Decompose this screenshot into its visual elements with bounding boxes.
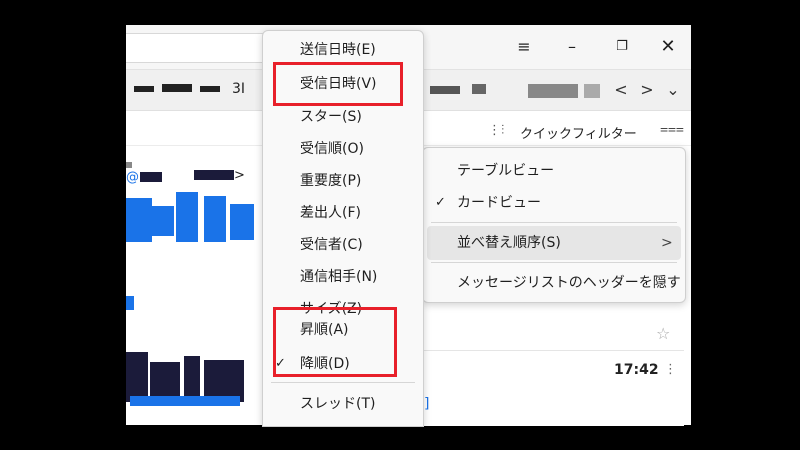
subject-obscured <box>176 192 198 242</box>
tab-text-obscured <box>528 84 578 98</box>
menu-item-card-view[interactable]: ✓ カードビュー <box>423 186 685 220</box>
tab-scroll-right-icon[interactable]: > <box>636 77 658 103</box>
menu-item-hide-list-header[interactable]: メッセージリストのヘッダーを隠す <box>423 266 685 300</box>
tab-scroll-left-icon[interactable]: < <box>610 77 632 103</box>
sender-address-obscured <box>140 172 162 182</box>
restore-button[interactable]: ❐ <box>610 35 634 59</box>
sender-address-obscured <box>194 170 234 180</box>
subject-obscured <box>126 352 148 402</box>
menu-item-sort-from[interactable]: 差出人(F) <box>263 198 423 228</box>
menu-divider <box>271 382 415 383</box>
tab-text-obscured <box>162 84 192 92</box>
tab-text-obscured <box>472 84 486 94</box>
menu-item-table-view[interactable]: テーブルビュー <box>423 154 685 188</box>
quick-filter-icon[interactable]: ⋮⫶ <box>488 123 504 138</box>
check-icon: ✓ <box>435 195 446 210</box>
menu-item-threaded[interactable]: スレッド(T) <box>263 389 423 419</box>
subject-obscured <box>230 204 254 240</box>
tab-list-icon[interactable]: ⌄ <box>662 77 684 103</box>
more-options-icon[interactable]: ⋮ <box>664 362 677 377</box>
app-menu-icon[interactable]: ≡ <box>512 35 536 59</box>
minimize-button[interactable]: – <box>560 35 584 59</box>
subject-obscured <box>126 198 152 242</box>
close-button[interactable]: ✕ <box>656 35 680 59</box>
tab-label-fragment: 3I <box>232 81 246 97</box>
sender-address-obscured <box>126 162 132 168</box>
tab-text-obscured <box>430 86 460 94</box>
tab-text-obscured <box>584 84 600 98</box>
subject-obscured <box>152 206 174 236</box>
tab-text-obscured <box>134 86 154 92</box>
link-fragment: ] <box>424 396 430 412</box>
highlight-box-sort-direction <box>273 307 397 377</box>
message-time: 17:42 <box>614 362 659 378</box>
menu-item-sort-star[interactable]: スター(S) <box>263 102 423 132</box>
menu-item-sort-order-received[interactable]: 受信順(O) <box>263 134 423 164</box>
link-obscured <box>126 296 134 310</box>
quick-filter-button[interactable]: クイックフィルター <box>520 123 637 142</box>
menu-item-sort-sent-date[interactable]: 送信日時(E) <box>263 35 423 65</box>
subject-obscured <box>204 196 226 242</box>
highlight-box-received-date <box>273 62 403 106</box>
list-settings-icon[interactable]: ⩶ <box>660 121 684 137</box>
tab-text-obscured <box>200 86 220 92</box>
sender-address-fragment: @ <box>126 170 139 185</box>
subject-obscured <box>130 396 240 406</box>
view-context-menu: テーブルビュー ✓ カードビュー 並べ替え順序(S) > メッセージリストのヘッ… <box>422 147 686 303</box>
menu-divider <box>431 222 677 223</box>
menu-item-sort-priority[interactable]: 重要度(P) <box>263 166 423 196</box>
menu-item-sort-order[interactable]: 並べ替え順序(S) > <box>427 226 681 260</box>
menu-divider <box>431 262 677 263</box>
submenu-arrow-icon: > <box>661 235 673 251</box>
sender-address-fragment: > <box>234 168 245 183</box>
menu-item-sort-recipient[interactable]: 受信者(C) <box>263 230 423 260</box>
star-icon[interactable]: ☆ <box>656 324 670 343</box>
menu-item-sort-correspondent[interactable]: 通信相手(N) <box>263 262 423 292</box>
